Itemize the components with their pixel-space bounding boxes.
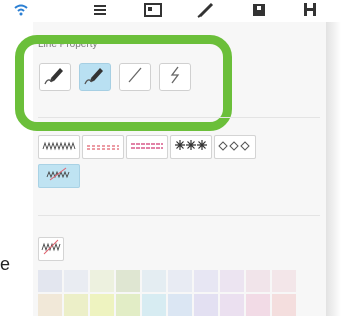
current-line-preview[interactable] xyxy=(38,237,64,261)
square-icon[interactable] xyxy=(252,1,266,18)
dashed-pink-double-line-style-icon xyxy=(130,138,164,156)
color-swatch[interactable] xyxy=(272,270,296,292)
color-swatch[interactable] xyxy=(64,270,88,292)
color-swatch[interactable] xyxy=(220,294,244,316)
top-toolbar xyxy=(0,0,341,22)
color-swatch[interactable] xyxy=(142,294,166,316)
menu-icon[interactable] xyxy=(93,1,107,18)
color-swatch[interactable] xyxy=(90,294,114,316)
diamond-line-style-icon xyxy=(218,138,252,156)
dashed-red-line-style-icon xyxy=(86,138,120,156)
zigzag-style-button[interactable] xyxy=(38,135,80,159)
dashed-style-button[interactable] xyxy=(82,135,124,159)
scribble-line-style-icon xyxy=(44,167,74,186)
color-swatch[interactable] xyxy=(194,294,218,316)
wifi-icon[interactable] xyxy=(13,1,29,18)
color-swatch[interactable] xyxy=(116,270,140,292)
star-line-style-icon xyxy=(174,138,208,156)
color-swatch[interactable] xyxy=(38,294,62,316)
cropped-side-text: e xyxy=(0,254,11,274)
color-swatch[interactable] xyxy=(38,270,62,292)
color-swatch[interactable] xyxy=(168,294,192,316)
diamond-style-button[interactable] xyxy=(214,135,256,159)
zigzag-line-style-icon xyxy=(42,138,76,156)
color-swatch[interactable] xyxy=(220,270,244,292)
scribble-style-button[interactable] xyxy=(38,164,80,188)
color-swatch[interactable] xyxy=(246,270,270,292)
divider xyxy=(38,117,320,118)
panel-shadow xyxy=(326,22,341,316)
color-swatch[interactable] xyxy=(272,294,296,316)
color-swatch[interactable] xyxy=(64,294,88,316)
color-swatch[interactable] xyxy=(90,270,114,292)
color-swatch[interactable] xyxy=(246,294,270,316)
scribble-preview-icon xyxy=(40,239,62,260)
image-icon[interactable] xyxy=(143,1,163,18)
color-swatch[interactable] xyxy=(168,270,192,292)
color-swatch[interactable] xyxy=(194,270,218,292)
star-style-button[interactable] xyxy=(170,135,212,159)
pen-icon[interactable] xyxy=(197,1,215,18)
color-swatch[interactable] xyxy=(116,294,140,316)
h-icon[interactable] xyxy=(303,1,317,18)
divider xyxy=(38,215,320,216)
color-swatch[interactable] xyxy=(142,270,166,292)
double-dashed-style-button[interactable] xyxy=(126,135,168,159)
